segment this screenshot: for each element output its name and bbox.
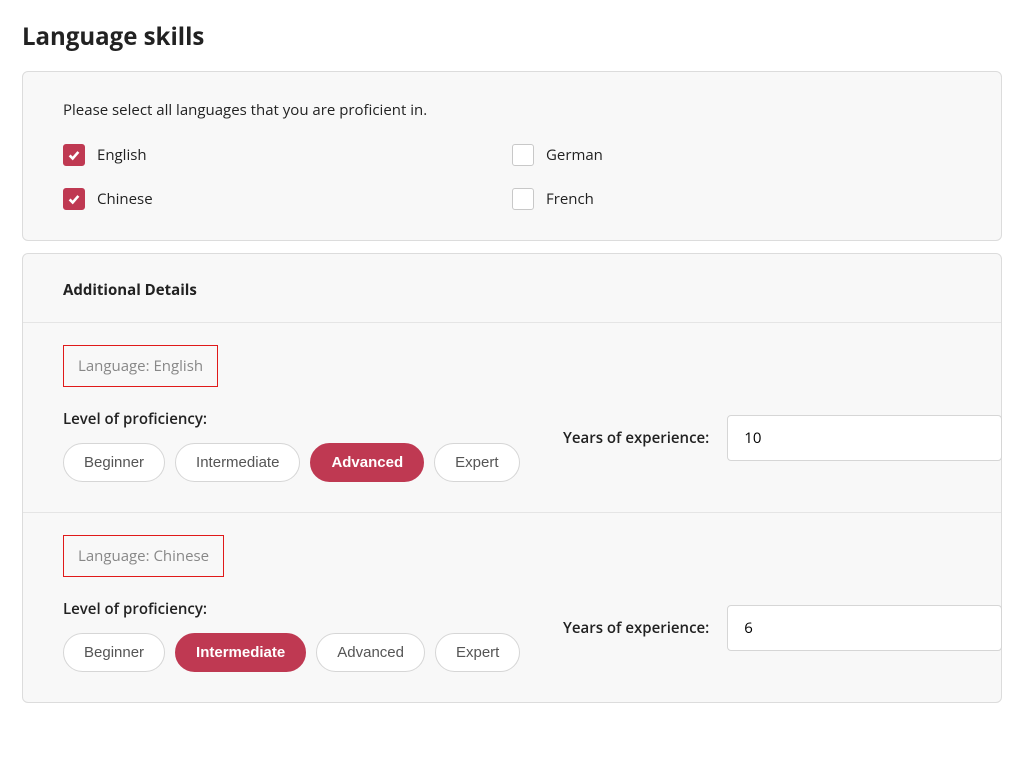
language-tag: Language: Chinese	[63, 535, 224, 577]
proficiency-label: Level of proficiency:	[63, 599, 523, 619]
proficiency-option-expert[interactable]: Expert	[435, 633, 520, 672]
language-option: French	[512, 188, 961, 210]
checkbox-german[interactable]	[512, 144, 534, 166]
years-input[interactable]	[727, 605, 1002, 651]
years-label: Years of experience:	[563, 618, 709, 638]
proficiency-section: Level of proficiency: Beginner Intermediat…	[63, 599, 523, 672]
proficiency-options: Beginner Intermediate Advanced Expert	[63, 633, 523, 672]
checkbox-french[interactable]	[512, 188, 534, 210]
language-detail-row: Level of proficiency: Beginner Intermediat…	[63, 409, 961, 482]
proficiency-option-intermediate[interactable]: Intermediate	[175, 443, 300, 482]
language-select-panel: Please select all languages that you are…	[22, 71, 1002, 241]
proficiency-option-beginner[interactable]: Beginner	[63, 443, 165, 482]
checkbox-label: English	[97, 145, 147, 165]
years-input[interactable]	[727, 415, 1002, 461]
language-detail-row: Level of proficiency: Beginner Intermediat…	[63, 599, 961, 672]
years-section: Years of experience:	[563, 409, 1002, 461]
checkbox-label: French	[546, 189, 594, 209]
language-checkbox-grid: English Chinese German French	[63, 144, 961, 210]
checkbox-label: German	[546, 145, 603, 165]
language-option: German	[512, 144, 961, 166]
check-icon	[67, 192, 81, 206]
check-icon	[67, 148, 81, 162]
language-detail-block: Language: Chinese Level of proficiency: Be…	[23, 513, 1001, 702]
proficiency-option-advanced[interactable]: Advanced	[316, 633, 425, 672]
years-label: Years of experience:	[563, 428, 709, 448]
proficiency-option-expert[interactable]: Expert	[434, 443, 519, 482]
language-tag: Language: English	[63, 345, 218, 387]
proficiency-label: Level of proficiency:	[63, 409, 523, 429]
additional-details-panel: Additional Details Language: English Leve…	[22, 253, 1002, 703]
language-option: English	[63, 144, 512, 166]
page-title: Language skills	[22, 20, 1002, 53]
checkbox-chinese[interactable]	[63, 188, 85, 210]
proficiency-option-advanced[interactable]: Advanced	[310, 443, 424, 482]
years-section: Years of experience:	[563, 599, 1002, 651]
additional-details-header: Additional Details	[23, 254, 1001, 323]
proficiency-option-beginner[interactable]: Beginner	[63, 633, 165, 672]
checkbox-label: Chinese	[97, 189, 153, 209]
instruction-text: Please select all languages that you are…	[63, 100, 961, 120]
proficiency-option-intermediate[interactable]: Intermediate	[175, 633, 306, 672]
language-option: Chinese	[63, 188, 512, 210]
proficiency-options: Beginner Intermediate Advanced Expert	[63, 443, 523, 482]
proficiency-section: Level of proficiency: Beginner Intermediat…	[63, 409, 523, 482]
language-detail-block: Language: English Level of proficiency: Be…	[23, 323, 1001, 513]
checkbox-english[interactable]	[63, 144, 85, 166]
